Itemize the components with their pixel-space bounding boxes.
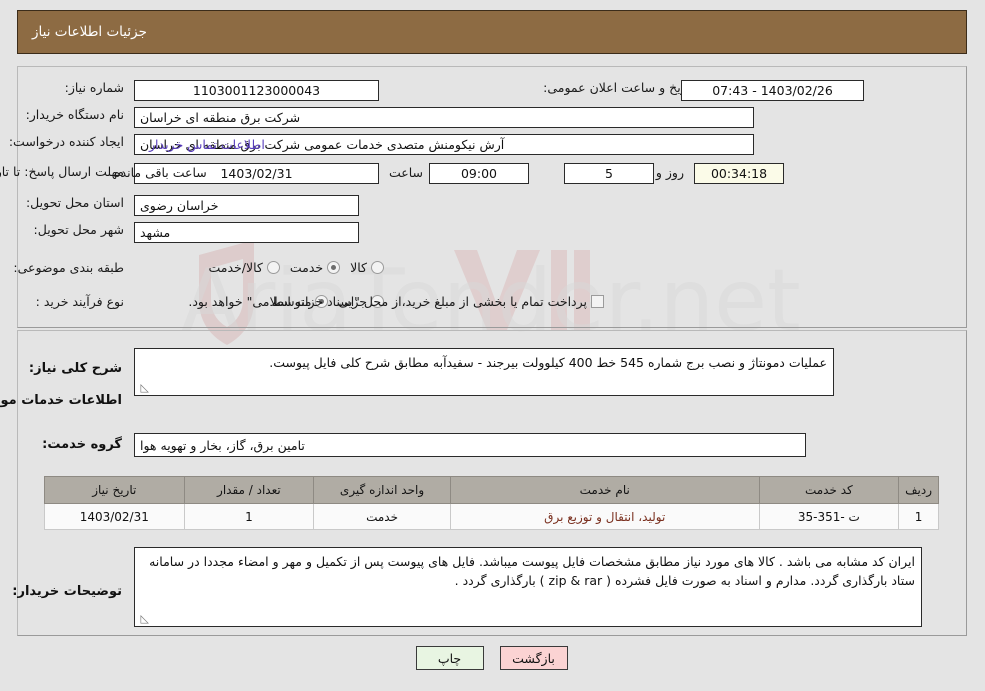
days-label: روز و xyxy=(656,165,685,180)
announce-datetime-row: تاریخ و ساعت اعلان عمومی: xyxy=(544,80,695,95)
page-root: AriaTender.net جزئیات اطلاعات نیاز شماره… xyxy=(0,0,985,691)
cell-need-date: 1403/02/31 xyxy=(45,503,186,530)
services-table: ردیف کد خدمت نام خدمت واحد اندازه گیری ت… xyxy=(45,476,940,530)
need-number-row: شماره نیاز: xyxy=(66,80,125,95)
cell-quantity: 1 xyxy=(184,503,316,530)
back-button[interactable]: بازگشت xyxy=(500,646,569,670)
description-label: شرح کلی نیاز: xyxy=(29,361,123,376)
cell-unit: خدمت xyxy=(314,503,452,530)
category-row: طبقه بندی موضوعی: xyxy=(14,260,125,275)
buyer-org-row: نام دستگاه خریدار: xyxy=(27,107,125,122)
cell-row-no: 1 xyxy=(899,503,940,530)
th-service-code: کد خدمت xyxy=(759,476,901,504)
table-row: 1 ت -351-35 تولید، انتقال و توزیع برق خد… xyxy=(45,503,940,530)
treasury-checkbox-group[interactable]: پرداخت تمام یا بخشی از مبلغ خرید،از محل … xyxy=(179,294,605,309)
radio-category-kala[interactable] xyxy=(372,261,385,274)
radio-label-kala: کالا xyxy=(351,260,368,275)
requester-row: ایجاد کننده درخواست: xyxy=(10,134,125,149)
hour-value: 09:00 xyxy=(430,163,530,184)
page-title: جزئیات اطلاعات نیاز xyxy=(33,24,148,40)
countdown-value: 00:34:18 xyxy=(695,163,785,184)
resize-grip-icon[interactable]: ◺ xyxy=(138,382,150,394)
cell-service-name: تولید، انتقال و توزیع برق xyxy=(450,503,761,530)
announce-datetime-value: 1403/02/26 - 07:43 xyxy=(682,80,865,101)
radio-label-khedmat: خدمت xyxy=(290,260,325,275)
treasury-checkbox[interactable] xyxy=(592,295,605,308)
province-row: استان محل تحویل: xyxy=(27,195,125,210)
table-header-row: ردیف کد خدمت نام خدمت واحد اندازه گیری ت… xyxy=(45,476,940,504)
print-button[interactable]: چاپ xyxy=(416,646,485,670)
hour-label: ساعت xyxy=(389,165,424,180)
province-label: استان محل تحویل: xyxy=(26,195,125,210)
radio-category-kala-khedmat[interactable] xyxy=(267,261,281,274)
th-row-no: ردیف xyxy=(899,476,940,504)
cell-service-code: ت -351-35 xyxy=(759,503,901,530)
services-section-title: اطلاعات خدمات مورد نیاز xyxy=(0,393,123,408)
buyer-notes-textarea[interactable]: ایران کد مشابه می باشد . کالا های مورد ن… xyxy=(135,547,923,627)
days-value: 5 xyxy=(565,163,655,184)
th-need-date: تاریخ نیاز xyxy=(45,476,186,504)
city-row: شهر محل تحویل: xyxy=(35,222,125,237)
radio-label-kala-khedmat: کالا/خدمت xyxy=(209,260,264,275)
category-label: طبقه بندی موضوعی: xyxy=(14,260,125,275)
buyer-notes-text: ایران کد مشابه می باشد . کالا های مورد ن… xyxy=(146,554,916,588)
need-number-value: 1103001123000043 xyxy=(135,80,380,101)
th-service-name: نام خدمت xyxy=(450,476,761,504)
deadline-row: مهلت ارسال پاسخ: تا تاریخ: xyxy=(0,163,125,180)
th-unit: واحد اندازه گیری xyxy=(314,476,452,504)
resize-grip-icon-notes[interactable]: ◺ xyxy=(138,613,150,625)
need-number-label: شماره نیاز: xyxy=(65,80,125,95)
province-value: خراسان رضوی xyxy=(135,195,360,216)
th-quantity: تعداد / مقدار xyxy=(184,476,316,504)
buyer-org-value: شرکت برق منطقه ای خراسان xyxy=(135,107,755,128)
treasury-checkbox-label: پرداخت تمام یا بخشی از مبلغ خرید،از محل … xyxy=(189,294,588,309)
page-header: جزئیات اطلاعات نیاز xyxy=(18,10,968,54)
description-textarea[interactable]: عملیات دمونتاژ و نصب برج شماره 545 خط 40… xyxy=(135,348,835,396)
city-label: شهر محل تحویل: xyxy=(34,222,125,237)
radio-category-khedmat[interactable] xyxy=(328,261,342,274)
buyer-org-label: نام دستگاه خریدار: xyxy=(26,107,125,122)
city-value: مشهد xyxy=(135,222,360,243)
buyer-contact-link[interactable]: اطلاعات تماس خریدار xyxy=(150,137,266,152)
service-group-label: گروه خدمت: xyxy=(43,437,123,452)
description-text: عملیات دمونتاژ و نصب برج شماره 545 خط 40… xyxy=(270,355,828,370)
action-buttons: بازگشت چاپ xyxy=(0,646,985,670)
requester-label: ایجاد کننده درخواست: xyxy=(9,134,125,149)
process-row: نوع فرآیند خرید : xyxy=(37,294,125,309)
countdown-label: ساعت باقی مانده xyxy=(115,165,208,180)
buyer-notes-label: توضیحات خریدار: xyxy=(13,584,123,599)
deadline-label: مهلت ارسال پاسخ: تا تاریخ: xyxy=(0,164,125,179)
category-options: کالا خدمت کالا/خدمت xyxy=(199,260,385,275)
process-label: نوع فرآیند خرید : xyxy=(36,294,125,309)
announce-datetime-label: تاریخ و ساعت اعلان عمومی: xyxy=(544,80,695,95)
service-group-value: تامین برق، گاز، بخار و تهویه هوا xyxy=(135,433,807,457)
